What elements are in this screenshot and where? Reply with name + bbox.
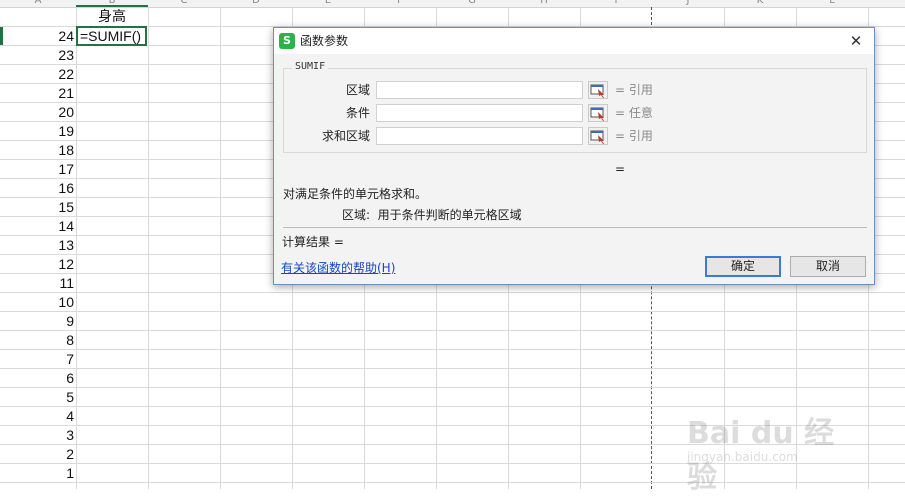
cell-a-value[interactable]: 15 [0,198,74,217]
column-letter-i[interactable]: I [606,0,626,6]
close-icon[interactable]: ✕ [846,31,866,51]
cell-a-value[interactable]: 4 [0,407,74,426]
range-picker-icon [590,107,604,121]
dialog-title: 函数参数 [300,34,349,48]
column-letter-h[interactable]: H [534,0,554,6]
sum-range-select-button[interactable] [588,127,608,145]
cell-a-value[interactable]: 17 [0,160,74,179]
column-letter-a[interactable]: A [28,0,48,6]
function-description: 对满足条件的单元格求和。 [283,187,428,201]
watermark: Bai du 经验 jingyan.baidu.com [687,408,857,495]
selected-column-indicator [76,5,148,7]
cell-a-value[interactable]: 13 [0,236,74,255]
column-letter-f[interactable]: F [390,0,410,6]
arg-label-sum-range: 求和区域 [321,129,370,143]
cell-a-value[interactable]: 14 [0,217,74,236]
arg-result-sum-range: = 引用 [615,129,653,143]
cell-a-value[interactable]: 1 [0,464,74,483]
grid-line [0,406,905,407]
cell-a-value[interactable]: 10 [0,293,74,312]
sum-range-input[interactable] [376,127,583,145]
cell-a-value[interactable]: 21 [0,84,74,103]
calculation-result: 计算结果 = [282,235,344,249]
cell-a-value[interactable]: 3 [0,426,74,445]
help-link[interactable]: 有关该函数的帮助(H) [281,260,395,276]
function-arguments-dialog: S 函数参数 ✕ SUMIF 区域 = 引用 条件 = 任意 求和区域 = 引用… [273,27,875,285]
cell-a-value[interactable]: 22 [0,65,74,84]
arg-result-range: = 引用 [615,83,653,97]
cell-a-value[interactable]: 12 [0,255,74,274]
grid-line [0,349,905,350]
arg-result-criteria: = 任意 [615,106,653,120]
column-letter-g[interactable]: G [462,0,482,6]
grid-line [220,7,221,489]
divider [283,227,867,228]
argument-description: 区域: 用于条件判断的单元格区域 [342,208,522,222]
column-letter-d[interactable]: D [246,0,266,6]
ok-button[interactable]: 确定 [705,256,781,277]
cell-a-value[interactable]: 23 [0,46,74,65]
column-letter-k[interactable]: K [750,0,770,6]
range-select-button[interactable] [588,81,608,99]
cell-a-value[interactable]: 8 [0,331,74,350]
cell-a-value[interactable]: 19 [0,122,74,141]
cell-a-value[interactable]: 11 [0,274,74,293]
grid-line [0,330,905,331]
column-letter-c[interactable]: C [174,0,194,6]
cancel-button[interactable]: 取消 [790,256,866,277]
column-letter-j[interactable]: J [678,0,698,6]
grid-line [0,368,905,369]
column-letter-l[interactable]: L [822,0,842,6]
arg-label-range: 区域 [345,83,370,97]
criteria-select-button[interactable] [588,104,608,122]
dialog-titlebar[interactable]: S 函数参数 ✕ [274,28,874,54]
arg-label-criteria: 条件 [345,106,370,120]
range-input[interactable] [376,81,583,99]
cell-a-value[interactable]: 24 [0,27,74,46]
cell-a-value[interactable]: 6 [0,369,74,388]
range-picker-icon [590,130,604,144]
cell-a-value[interactable]: 9 [0,312,74,331]
watermark-url: jingyan.baidu.com [687,450,798,464]
active-formula-cell[interactable]: =SUMIF() [76,26,147,46]
grid-line [0,311,905,312]
range-picker-icon [590,84,604,98]
cell-a-value[interactable]: 5 [0,388,74,407]
cell-a-value[interactable]: 20 [0,103,74,122]
cell-a-value[interactable]: 2 [0,445,74,464]
cell-a-value[interactable]: 18 [0,141,74,160]
grid-line [76,7,77,489]
cell-a-value[interactable]: 16 [0,179,74,198]
column-letter-e[interactable]: E [318,0,338,6]
function-result-equals: = [615,162,626,176]
header-cell-height[interactable]: 身高 [76,8,148,27]
cell-a-value[interactable]: 7 [0,350,74,369]
function-name-label: SUMIF [292,61,329,73]
criteria-input[interactable] [376,104,583,122]
grid-line [0,292,905,293]
grid-line [148,7,149,489]
wps-sheet-icon: S [279,33,295,49]
grid-line [0,387,905,388]
